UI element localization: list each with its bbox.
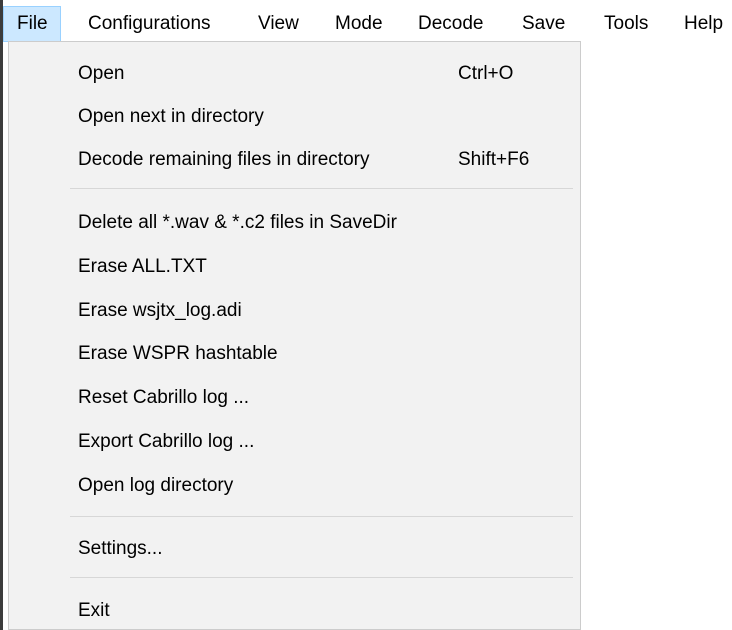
- menu-item-label: Export Cabrillo log ...: [78, 431, 255, 452]
- menu-item-label: Settings...: [78, 538, 163, 559]
- menu-item-export-cabrillo-log[interactable]: Export Cabrillo log ...: [9, 425, 580, 459]
- window-left-edge: [0, 0, 3, 630]
- menu-item-settings[interactable]: Settings...: [9, 532, 580, 566]
- menu-item-erase-wspr-hashtable[interactable]: Erase WSPR hashtable: [9, 337, 580, 371]
- menu-save[interactable]: Save: [522, 7, 565, 40]
- menu-bar: File Configurations View Mode Decode Sav…: [3, 0, 732, 42]
- menu-item-open[interactable]: Open Ctrl+O: [9, 57, 580, 91]
- menu-item-open-next-in-directory[interactable]: Open next in directory: [9, 100, 580, 134]
- menu-item-label: Decode remaining files in directory: [78, 149, 370, 170]
- menu-item-label: Open log directory: [78, 475, 234, 496]
- menu-item-decode-remaining-files[interactable]: Decode remaining files in directory Shif…: [9, 143, 580, 177]
- menu-item-open-log-directory[interactable]: Open log directory: [9, 469, 580, 503]
- file-menu-dropdown: Open Ctrl+O Open next in directory Decod…: [8, 41, 581, 630]
- menu-item-label: Erase ALL.TXT: [78, 256, 207, 277]
- menu-file[interactable]: File: [3, 6, 61, 42]
- menu-item-label: Reset Cabrillo log ...: [78, 387, 250, 408]
- menu-view[interactable]: View: [258, 7, 299, 40]
- menu-item-shortcut: Ctrl+O: [458, 63, 514, 84]
- menu-separator: [70, 188, 573, 189]
- menu-item-label: Erase wsjtx_log.adi: [78, 300, 242, 321]
- menu-item-reset-cabrillo-log[interactable]: Reset Cabrillo log ...: [9, 381, 580, 415]
- menu-tools[interactable]: Tools: [604, 7, 648, 40]
- menu-item-delete-wav-c2-files[interactable]: Delete all *.wav & *.c2 files in SaveDir: [9, 206, 580, 240]
- menu-item-erase-wsjtx-log[interactable]: Erase wsjtx_log.adi: [9, 294, 580, 328]
- menu-help[interactable]: Help: [684, 7, 723, 40]
- menu-item-exit[interactable]: Exit: [9, 594, 580, 628]
- menu-separator: [70, 516, 573, 517]
- menu-item-label: Erase WSPR hashtable: [78, 343, 278, 364]
- menu-item-erase-all-txt[interactable]: Erase ALL.TXT: [9, 250, 580, 284]
- menu-item-shortcut: Shift+F6: [458, 149, 530, 170]
- menu-item-label: Delete all *.wav & *.c2 files in SaveDir: [78, 212, 397, 233]
- menu-item-label: Open: [78, 63, 125, 84]
- menu-item-label: Open next in directory: [78, 106, 264, 127]
- menu-separator: [70, 577, 573, 578]
- menu-mode[interactable]: Mode: [335, 7, 383, 40]
- menu-configurations[interactable]: Configurations: [88, 7, 211, 40]
- menu-item-label: Exit: [78, 600, 110, 621]
- menu-decode[interactable]: Decode: [418, 7, 484, 40]
